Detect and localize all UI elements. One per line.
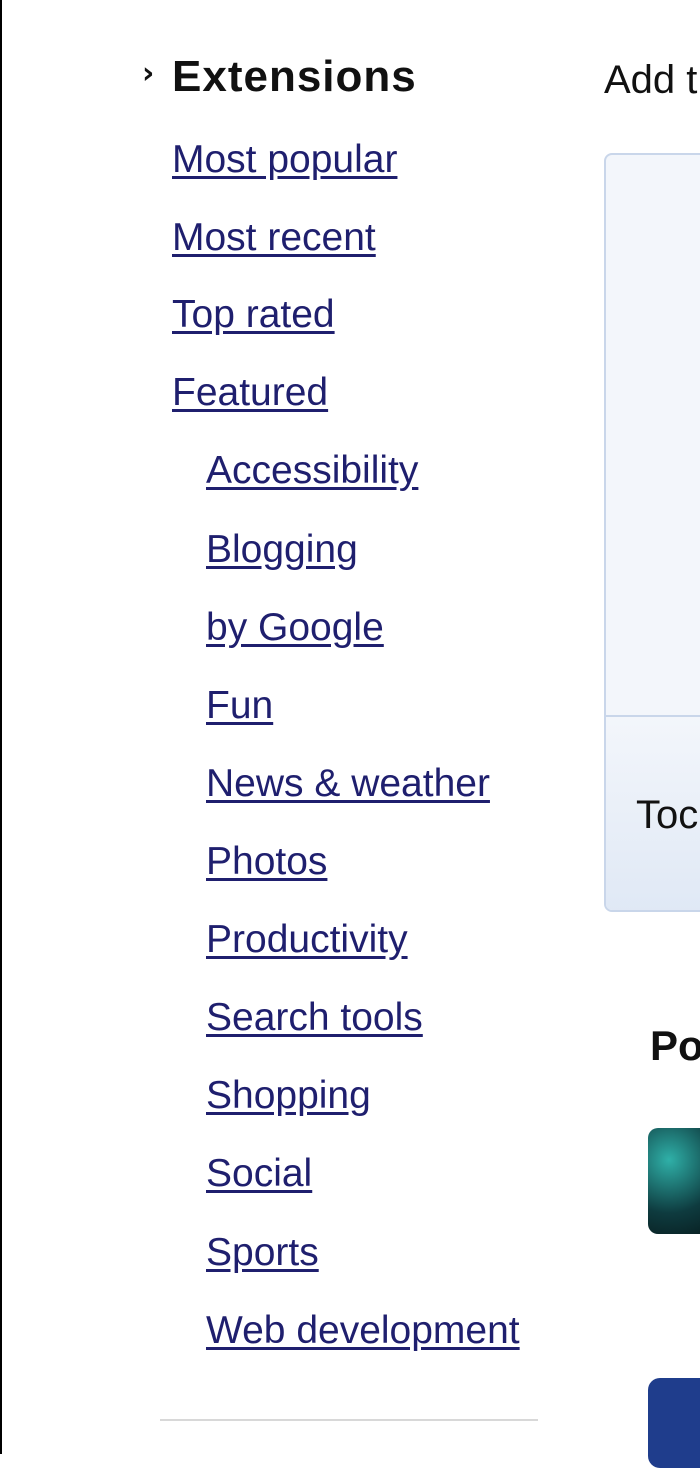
popular-heading: Po	[650, 1022, 700, 1069]
category-fun[interactable]: Fun	[206, 684, 273, 728]
bottom-button[interactable]	[648, 1378, 700, 1468]
add-text-clipped: Add t	[604, 58, 698, 102]
extension-thumbnail[interactable]	[648, 1128, 700, 1234]
category-web-development[interactable]: Web development	[206, 1309, 520, 1353]
category-sports[interactable]: Sports	[206, 1231, 319, 1275]
section-title-extensions: Extensions	[172, 52, 417, 101]
category-search-tools[interactable]: Search tools	[206, 996, 423, 1040]
link-featured[interactable]: Featured	[172, 371, 328, 415]
category-shopping[interactable]: Shopping	[206, 1074, 371, 1118]
category-photos[interactable]: Photos	[206, 840, 327, 884]
category-by-google[interactable]: by Google	[206, 606, 384, 650]
category-productivity[interactable]: Productivity	[206, 918, 408, 962]
link-most-popular[interactable]: Most popular	[172, 138, 397, 182]
featured-panel: Toc	[604, 153, 700, 912]
category-news-weather[interactable]: News & weather	[206, 762, 490, 806]
category-accessibility[interactable]: Accessibility	[206, 449, 418, 493]
panel-footer-text: Toc	[636, 793, 699, 837]
category-blogging[interactable]: Blogging	[206, 528, 358, 572]
category-social[interactable]: Social	[206, 1152, 312, 1196]
section-arrow-icon: ›	[142, 56, 155, 91]
link-most-recent[interactable]: Most recent	[172, 216, 376, 260]
sidebar-divider	[160, 1419, 538, 1421]
window-left-border	[0, 0, 2, 1454]
featured-panel-footer: Toc	[606, 715, 700, 910]
link-top-rated[interactable]: Top rated	[172, 293, 335, 337]
